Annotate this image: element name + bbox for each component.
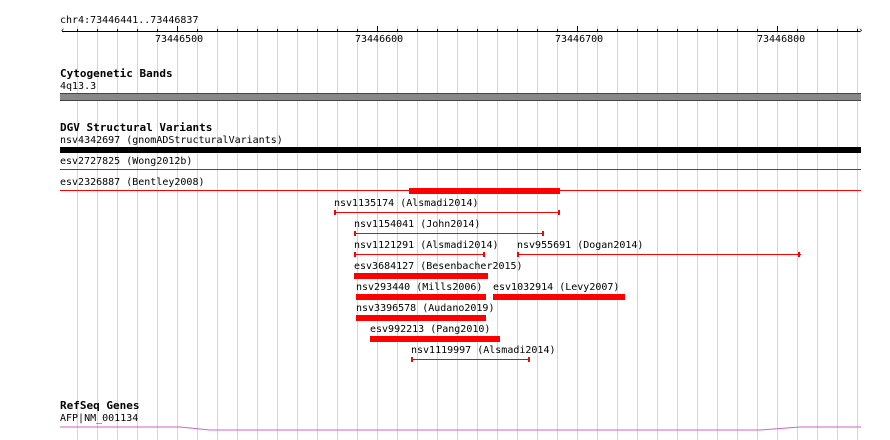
variant-end-cap	[528, 357, 530, 362]
variant-label: esv2727825 (Wong2012b)	[60, 156, 193, 167]
ruler-tick-label: 73446600	[355, 34, 404, 45]
grid-line	[217, 26, 218, 440]
grid-line	[797, 26, 798, 440]
grid-line	[257, 26, 258, 440]
grid-line	[157, 26, 158, 440]
refseq-track-title: RefSeq Genes	[60, 399, 140, 412]
grid-line	[597, 26, 598, 440]
ruler-right-arrow: ›	[858, 26, 864, 36]
grid-line	[617, 26, 618, 440]
variant-bar[interactable]	[356, 294, 486, 300]
grid-line	[557, 26, 558, 440]
variant-label: nsv1135174 (Alsmadi2014)	[334, 198, 479, 209]
ruler-tick	[377, 26, 378, 32]
grid-line	[137, 26, 138, 440]
grid-line	[197, 26, 198, 440]
grid-line	[317, 26, 318, 440]
ruler-tick-label: 73446800	[757, 34, 806, 45]
variant-end-cap	[798, 252, 800, 257]
variant-end-cap	[411, 357, 413, 362]
gene-intron-line[interactable]	[60, 423, 861, 435]
variant-line[interactable]	[60, 169, 861, 170]
ruler-tick	[177, 26, 178, 32]
variant-bar[interactable]	[354, 273, 488, 279]
grid-line	[177, 26, 178, 440]
grid-line	[677, 26, 678, 440]
grid-line	[97, 26, 98, 440]
ruler-tick	[577, 26, 578, 32]
variant-label: nsv4342697 (gnomADStructuralVariants)	[60, 135, 283, 146]
variant-label: nsv1154041 (John2014)	[354, 219, 481, 230]
variant-bar[interactable]	[409, 188, 560, 194]
variant-end-cap	[354, 231, 356, 236]
variant-label: esv992213 (Pang2010)	[370, 324, 491, 335]
variant-label: nsv3396578 (Audano2019)	[356, 303, 495, 314]
grid-line	[237, 26, 238, 440]
grid-line	[717, 26, 718, 440]
cytoband-track-title: Cytogenetic Bands	[60, 67, 173, 80]
grid-line	[737, 26, 738, 440]
variant-line[interactable]	[335, 212, 560, 213]
grid-line	[657, 26, 658, 440]
variant-label: esv2326887 (Bentley2008)	[60, 177, 205, 188]
variant-line[interactable]	[518, 254, 801, 255]
variant-bar[interactable]	[356, 315, 486, 321]
variant-label: nsv955691 (Dogan2014)	[517, 240, 644, 251]
grid-line	[817, 26, 818, 440]
grid-line	[777, 26, 778, 440]
variant-end-cap	[558, 210, 560, 215]
variant-label: esv3684127 (Besenbacher2015)	[354, 261, 523, 272]
grid-line	[637, 26, 638, 440]
variant-bar[interactable]	[493, 294, 625, 300]
variant-end-cap	[354, 252, 356, 257]
variant-bar[interactable]	[60, 147, 861, 153]
grid-line	[297, 26, 298, 440]
grid-line	[837, 26, 838, 440]
variant-line[interactable]	[355, 254, 485, 255]
variant-line[interactable]	[355, 233, 544, 234]
cytoband-label: 4q13.3	[60, 81, 97, 92]
variant-end-cap	[517, 252, 519, 257]
variant-line[interactable]	[412, 359, 530, 360]
ruler-tick-label: 73446700	[555, 34, 604, 45]
variant-label: nsv1121291 (Alsmadi2014)	[354, 240, 499, 251]
variant-label: nsv1119997 (Alsmadi2014)	[411, 345, 556, 356]
variant-end-cap	[334, 210, 336, 215]
grid-line	[757, 26, 758, 440]
grid-line	[697, 26, 698, 440]
ruler-tick	[777, 26, 778, 32]
cytoband-bar[interactable]	[60, 93, 861, 101]
grid-line	[577, 26, 578, 440]
grid-line	[117, 26, 118, 440]
variant-end-cap	[542, 231, 544, 236]
variant-end-cap	[483, 252, 485, 257]
ruler-line	[62, 31, 860, 32]
dgv-track-title: DGV Structural Variants	[60, 121, 213, 134]
grid-line	[337, 26, 338, 440]
variant-bar[interactable]	[370, 336, 500, 342]
grid-line	[857, 26, 858, 440]
variant-label: nsv293440 (Mills2006)	[356, 282, 483, 293]
variant-label: esv1032914 (Levy2007)	[493, 282, 620, 293]
ruler-tick-label: 73446500	[155, 34, 204, 45]
grid-line	[277, 26, 278, 440]
